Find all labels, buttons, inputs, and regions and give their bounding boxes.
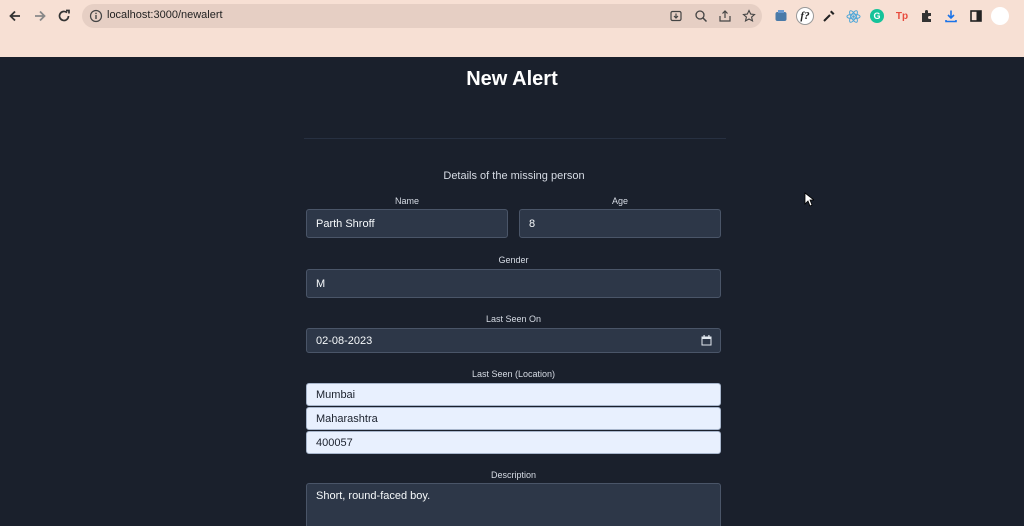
last-seen-date-value: 02-08-2023 — [316, 334, 373, 347]
name-label: Name — [394, 196, 419, 206]
pincode-input[interactable]: 400057 — [306, 431, 721, 454]
formula-extension-icon[interactable]: f? — [796, 7, 814, 25]
state-input[interactable]: Maharashtra — [306, 407, 721, 430]
reload-icon[interactable] — [54, 6, 74, 26]
site-info-icon[interactable] — [89, 9, 103, 23]
city-input[interactable]: Mumbai — [306, 383, 721, 406]
description-label: Description — [490, 470, 537, 480]
page-title: New Alert — [466, 68, 558, 90]
address-bar[interactable]: localhost:3000/newalert — [82, 4, 762, 28]
extension-icon[interactable] — [773, 8, 789, 24]
forward-icon[interactable] — [30, 6, 50, 26]
react-devtools-icon[interactable] — [845, 8, 861, 24]
name-input[interactable]: Parth Shroff — [306, 209, 508, 238]
gender-label: Gender — [498, 255, 529, 265]
age-label: Age — [611, 196, 628, 206]
mouse-pointer-icon — [804, 192, 816, 212]
install-app-icon[interactable] — [669, 9, 683, 23]
download-icon[interactable] — [943, 8, 959, 24]
eyedropper-icon[interactable] — [821, 8, 837, 24]
url-text: localhost:3000/newalert — [107, 9, 223, 21]
bookmark-star-icon[interactable] — [742, 9, 756, 23]
form-subtitle: Details of the missing person — [443, 170, 585, 182]
profile-avatar-icon[interactable] — [991, 7, 1009, 25]
side-panel-icon[interactable] — [968, 8, 984, 24]
header-divider — [304, 138, 726, 139]
zoom-icon[interactable] — [694, 9, 708, 23]
age-input[interactable]: 8 — [519, 209, 721, 238]
description-textarea[interactable]: Short, round-faced boy. — [306, 483, 721, 526]
last-seen-date-input[interactable]: 02-08-2023 — [306, 328, 721, 353]
grammarly-icon[interactable]: G — [870, 9, 884, 23]
back-icon[interactable] — [5, 6, 25, 26]
browser-toolbar: localhost:3000/newalert f? G Tp — [0, 0, 1024, 57]
calendar-icon[interactable] — [701, 335, 712, 346]
extensions-puzzle-icon[interactable] — [918, 8, 934, 24]
gender-input[interactable]: M — [306, 269, 721, 298]
share-icon[interactable] — [718, 9, 732, 23]
last-seen-on-label: Last Seen On — [485, 314, 542, 324]
last-seen-location-label: Last Seen (Location) — [471, 369, 556, 379]
tp-extension-icon[interactable]: Tp — [894, 8, 910, 24]
